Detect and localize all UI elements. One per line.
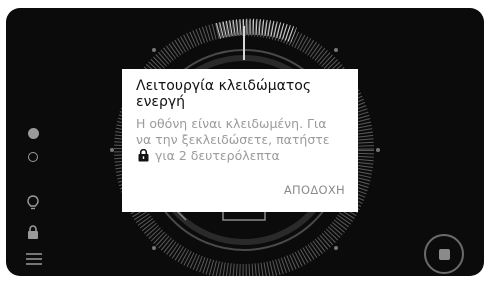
dialog-title: Λειτουργία κλειδώματος ενεργή bbox=[136, 78, 312, 110]
lock-icon bbox=[138, 148, 149, 166]
lightbulb-icon[interactable] bbox=[26, 194, 40, 210]
stop-icon bbox=[438, 248, 450, 260]
filled-dot-icon[interactable] bbox=[26, 126, 40, 140]
dialog-message-end: για 2 δευτερόλεπτα bbox=[154, 148, 280, 163]
lock-icon[interactable] bbox=[26, 224, 40, 240]
dialog-message: Η οθόνη είναι κλειδωμένη. Για να την ξεκ… bbox=[136, 116, 336, 166]
lock-mode-dialog: Λειτουργία κλειδώματος ενεργή Η οθόνη εί… bbox=[122, 69, 358, 212]
accept-button[interactable]: ΑΠΟΔΟΧΗ bbox=[284, 183, 345, 197]
stop-button[interactable] bbox=[424, 234, 464, 274]
menu-icon[interactable] bbox=[26, 252, 42, 266]
hollow-dot-icon[interactable] bbox=[26, 150, 40, 164]
dialog-message-start: Η οθόνη είναι κλειδωμένη. Για να την ξεκ… bbox=[136, 116, 330, 147]
